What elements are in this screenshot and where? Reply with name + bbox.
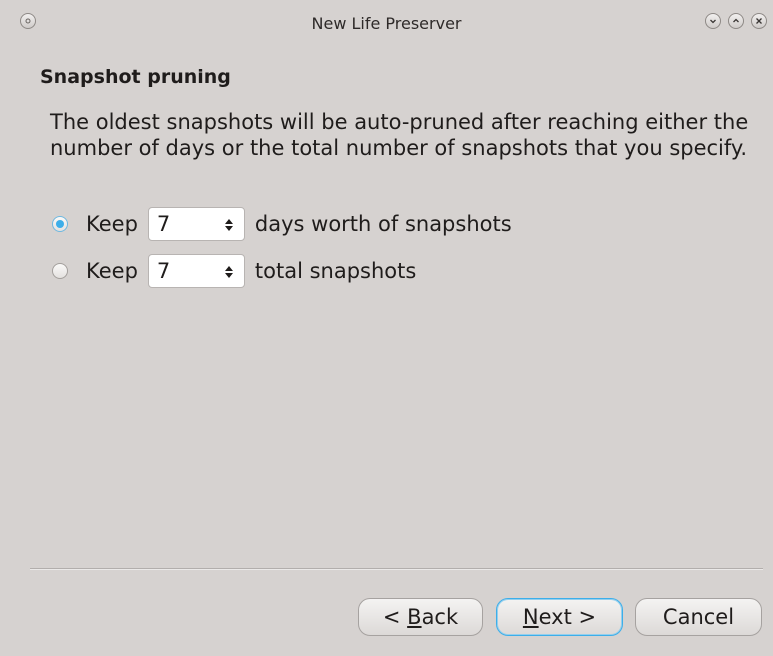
maximize-icon[interactable] [728, 13, 744, 29]
next-button[interactable]: Next > [496, 598, 623, 636]
title-bar[interactable]: New Life Preserver [0, 0, 773, 44]
window-title: New Life Preserver [311, 14, 462, 33]
page-description: The oldest snapshots will be auto-pruned… [50, 110, 749, 160]
footer-separator [30, 568, 763, 570]
cancel-button[interactable]: Cancel [635, 598, 762, 636]
keep-days-suffix: days worth of snapshots [254, 212, 512, 236]
spin-arrows-icon[interactable] [224, 263, 234, 281]
keep-total-radio[interactable] [52, 263, 68, 279]
back-prefix: < [382, 605, 408, 629]
back-button[interactable]: < Back [358, 598, 483, 636]
keep-days-prefix: Keep [86, 212, 138, 236]
total-spinbox[interactable] [147, 254, 245, 288]
back-rest: ack [421, 605, 459, 629]
days-input[interactable] [148, 212, 217, 236]
page-heading: Snapshot pruning [40, 66, 231, 88]
minimize-icon[interactable] [705, 13, 721, 29]
keep-total-suffix: total snapshots [254, 259, 417, 283]
total-input[interactable] [148, 259, 217, 283]
close-icon[interactable] [751, 13, 767, 29]
days-spinbox[interactable] [147, 207, 245, 241]
keep-days-radio[interactable] [52, 216, 68, 232]
spin-arrows-icon[interactable] [224, 216, 234, 234]
back-mnemonic: B [407, 605, 422, 629]
keep-total-prefix: Keep [86, 259, 138, 283]
option-keep-days-row[interactable]: Keep days worth of snapshots [52, 207, 512, 241]
option-keep-total-row[interactable]: Keep total snapshots [52, 254, 416, 288]
wizard-window: New Life Preserver Snapshot pruning The … [0, 0, 773, 656]
next-mnemonic: N [522, 605, 539, 629]
next-rest: ext > [538, 605, 597, 629]
